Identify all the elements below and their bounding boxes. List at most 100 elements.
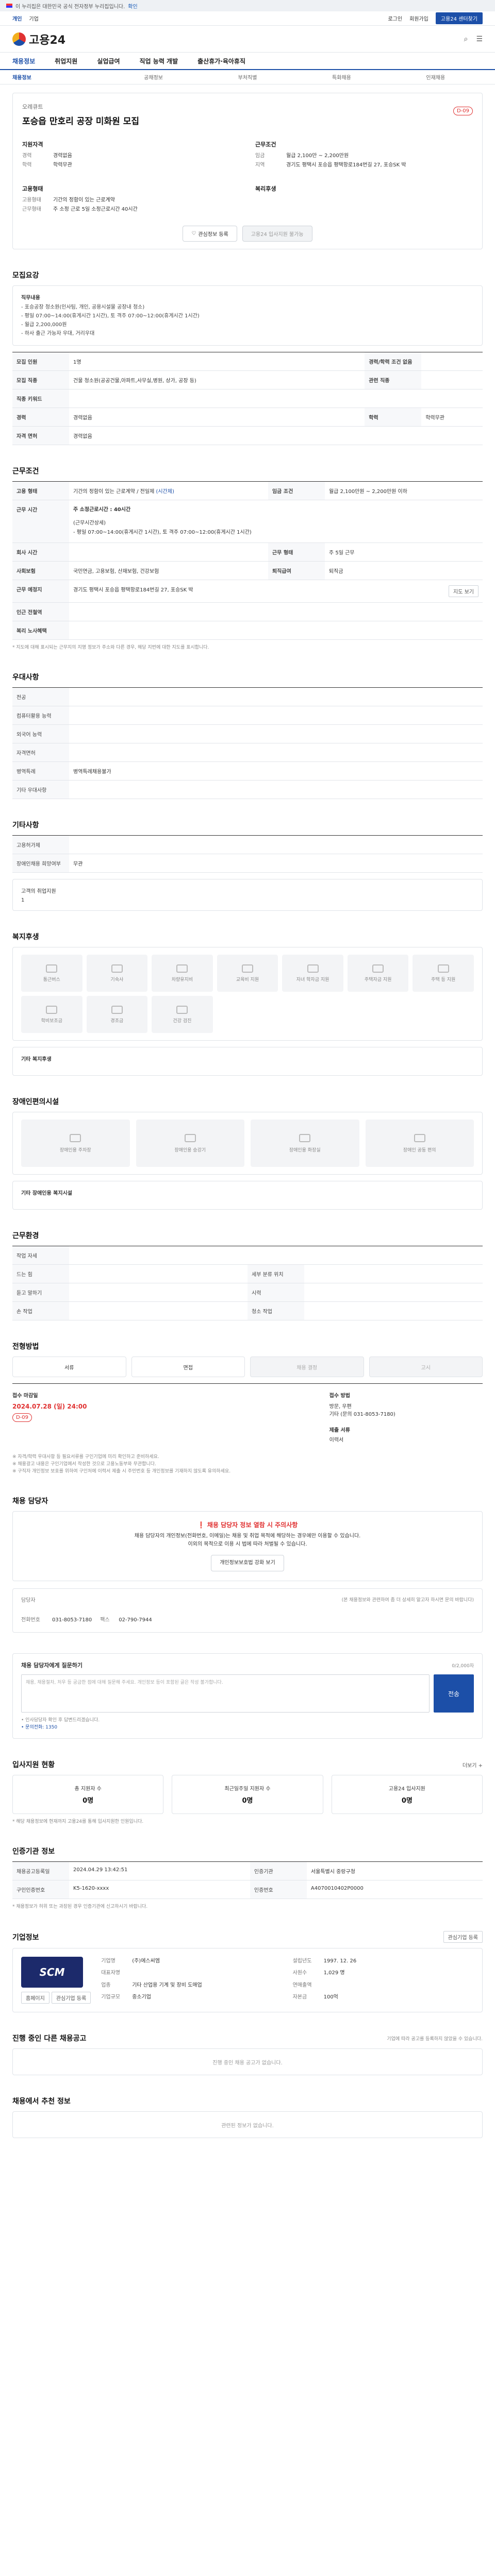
row-val: 주 5일 근무 [324,543,483,562]
interest-button[interactable]: ♡ 관심정보 등록 [183,226,237,242]
etc-support-label: 고객의 취업지원 [21,889,56,894]
row-key: 직종 키워드 [12,389,69,408]
privacy-law-button[interactable]: 개인정보보호법 강화 보기 [211,1555,284,1571]
subnav-item-3[interactable]: 특화채용 [294,73,388,81]
kv-val: 주 소정 근로 5일 소정근로시간 40시간 [53,207,138,212]
facility-label: 장애인용 승강기 [174,1147,206,1153]
stat-value: 0명 [401,1797,412,1805]
toilet-icon [299,1133,311,1142]
kv-key: 경력 [22,153,32,159]
subnav-item-1[interactable]: 공채정보 [106,73,200,81]
hours-detail: - 평일 07:00~14:00(휴게시간 1시간), 토 격주 07:00~1… [73,530,252,535]
inquiry-input[interactable]: 채용, 채용절차, 처우 등 궁금한 점에 대해 질문해 주세요. 개인정보 등… [21,1674,430,1713]
facility-label: 장애인용 주차장 [59,1147,91,1153]
gov-notice-text: 이 누리집은 대한민국 공식 전자정부 누리집입니다. [15,4,125,10]
stat-label: 총 지원자 수 [74,1786,102,1792]
org-table: 채용공고등록일 2024.04.29 13:42:51 인증기관 서울특별시 중랑구청… [12,1861,483,1899]
homepage-button[interactable]: 홈페이지 [21,1992,50,2004]
nav-unemployment[interactable]: 실업급여 [97,57,120,65]
section-title: 근무조건 [12,467,39,476]
site-logo[interactable]: 고용24 [12,31,65,47]
kv-val: 경력없음 [53,153,72,159]
nav-leave[interactable]: 출산휴가·육아휴직 [197,57,245,65]
menu-icon[interactable]: ☰ [476,35,483,43]
dday-badge: D-09 [453,107,473,115]
tab-company[interactable]: 기업 [29,14,38,22]
subnav-item-2[interactable]: 부처직별 [201,73,294,81]
duty-label: 직무내용 [21,295,40,301]
bus-icon [46,964,58,973]
cond-heading: 근무조건 [255,141,276,148]
deadline-value: 2024.07.28 (일) 24:00 [12,1403,87,1410]
row-val: 병역특례채용불가 [69,761,483,781]
address-text: 경기도 평택시 포승읍 평택항로184번길 27, 포승SK 박 [73,587,193,593]
row-key: 장애인채용 희망여부 [12,854,69,873]
worktype-table: 작업 자세 드는 힘 세부 분류 위치 듣고 말하기 시력 손 작업 청소 작업 [12,1246,483,1320]
login-link[interactable]: 로그인 [388,14,402,22]
etc-section: 기타사항 고용허가제 장애인채용 희망여부 무관 고객의 취업지원 1 [12,820,483,911]
row-val [69,724,483,743]
row-key: 컴퓨터활용 능력 [12,706,69,725]
duty-line: - 포승공장 청소원(인사팀, 개인, 공용시설물 공장내 청소) [21,304,145,310]
section-title: 전형방법 [12,1343,39,1351]
kv-val: 02-790-7944 [119,1617,152,1623]
section-title: 복지후생 [12,933,39,941]
section-title: 진행 중인 다른 채용공고 [12,2035,87,2043]
row-key: 시력 [248,1283,304,1302]
disability-etc-box: 기타 장애인용 복지시설 [12,1181,483,1210]
nav-training[interactable]: 직업 능력 개발 [140,57,178,65]
disability-etc-label: 기타 장애인용 복지시설 [21,1191,72,1196]
contact-info: 담당자 전화번호 031-8053-7180 팩스 02-790-7944 (본 채용… [12,1588,483,1633]
welfare-item: 차량유지비 [152,955,213,992]
row-key: 복리 노사혜택 [12,621,69,640]
recruit-section: 모집요강 직무내용 - 포승공장 청소원(인사팀, 개인, 공용시설물 공장내 … [12,270,483,445]
apply-disabled-button[interactable]: 고용24 입사지원 불가능 [242,226,312,242]
kv-val: 기타 산업용 기계 및 장비 도매업 [132,1982,202,1988]
deadline-label: 접수 마감일 [12,1393,38,1399]
sub-nav: 채용정보 공채정보 부처직별 특화채용 인재채용 [0,70,495,84]
note-line: ※ 채용광고 내용은 구인기업에서 작성한 것으로 고용노동부와 무관합니다. [12,1462,156,1467]
welfare-item: 경조금 [86,996,148,1033]
nav-jobs[interactable]: 채용정보 [12,57,35,65]
signup-link[interactable]: 회원가입 [409,14,428,22]
company-interest-button[interactable]: 관심기업 등록 [443,1931,483,1943]
health-icon [176,1005,188,1014]
row-val: 국민연금, 고용보험, 산재보험, 건강보험 [69,561,268,580]
row-val: 퇴직금 [324,561,483,580]
kv-key: 기업명 [101,1958,116,1964]
others-section: 진행 중인 다른 채용공고 기업에 따라 공고를 등록하지 않았을 수 있습니다… [12,2033,483,2075]
row-key: 자격면허 [12,743,69,762]
map-button[interactable]: 지도 보기 [449,585,478,597]
welfare-label: 주택 등 지원 [431,977,456,982]
tab-personal[interactable]: 개인 [12,14,22,22]
subnav-item-0[interactable]: 채용정보 [12,73,106,81]
kv-val: (주)에스씨엠 [132,1958,160,1964]
kv-key: 근무형태 [22,207,41,212]
row-val [69,1264,248,1283]
row-val: 경력없음 [69,408,365,427]
kv-val: 1997. 12. 26 [323,1958,357,1964]
row-key: 경력/학력 조건 없음 [365,352,422,371]
row-val: 건물 청소원(공공건물,아파트,사무실,병원, 상가, 공장 등) [69,370,365,389]
parking-icon [70,1133,81,1142]
search-icon[interactable]: ⌕ [464,35,468,43]
facility-item: 장애인 공동 편의 [365,1120,474,1167]
inquiry-box: 채용 담당자에게 질문하기 0/2,000자 채용, 채용절차, 처우 등 궁금… [12,1653,483,1739]
send-button[interactable]: 전송 [434,1674,474,1713]
section-title: 인증기관 정보 [12,1848,55,1856]
type-val-link[interactable]: (시간제) [156,489,174,495]
car-icon [176,964,188,973]
nav-employment-support[interactable]: 취업지원 [55,57,77,65]
stats-more-link[interactable]: 더보기 + [463,1761,483,1769]
kv-key: 전화번호 [21,1617,40,1623]
company-interest-button-2[interactable]: 관심기업 등록 [51,1992,91,2004]
center-find-button[interactable]: 고용24 센터찾기 [435,12,483,24]
row-key: 고용 형태 [12,481,69,500]
subnav-item-4[interactable]: 인재채용 [389,73,483,81]
others-note: 기업에 따라 공고를 등록하지 않았을 수 있습니다. [387,2036,483,2042]
kv-val: 학력무관 [53,162,72,168]
facility-item: 장애인용 주차장 [21,1120,130,1167]
welfare-section: 복지후생 통근버스 기숙사 차량유지비 교육비 지원 자녀 학자금 지원 주택자… [12,931,483,1076]
row-val [69,706,483,725]
gov-notice-link[interactable]: 확인 [128,2,137,10]
